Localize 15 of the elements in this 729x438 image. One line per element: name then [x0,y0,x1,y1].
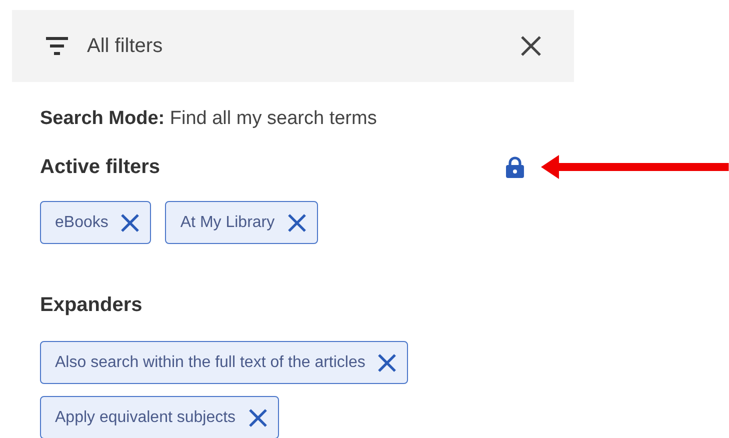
filter-chip[interactable]: At My Library [165,201,318,244]
expander-chip[interactable]: Apply equivalent subjects [40,396,279,438]
section-title: Active filters [40,156,162,178]
remove-icon[interactable] [120,212,140,232]
expander-chip[interactable]: Also search within the full text of the articles [40,341,408,384]
section-title: Expanders [40,294,144,317]
panel-title: All filters [87,34,164,58]
lock-icon[interactable] [505,156,526,178]
close-button[interactable] [520,35,542,57]
filter-icon [46,36,68,56]
remove-icon[interactable] [377,352,398,372]
remove-icon[interactable] [286,212,307,232]
search-mode-text: Search Mode: Find all my search terms [40,108,378,130]
filter-chip[interactable]: eBooks [40,201,152,244]
remove-icon[interactable] [248,408,268,428]
